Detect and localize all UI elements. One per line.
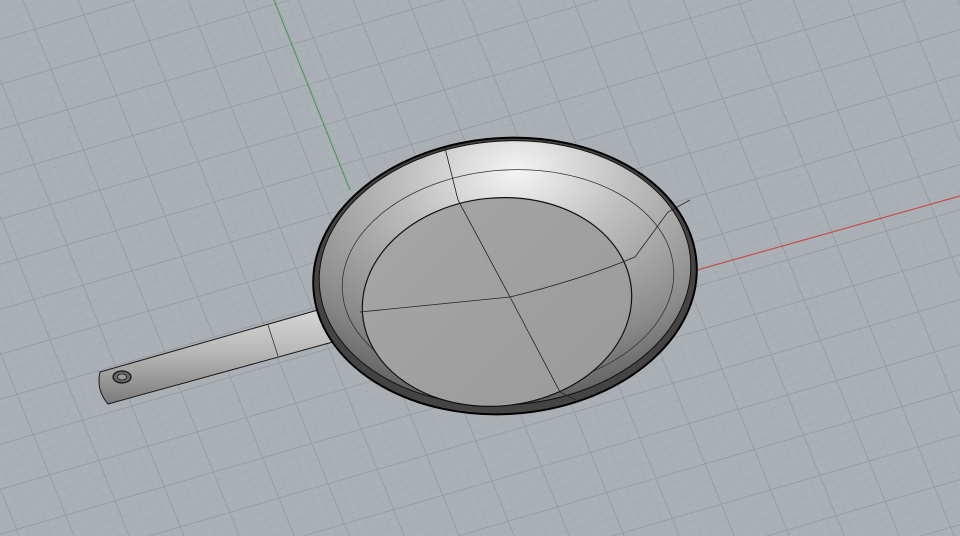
grid-line xyxy=(55,0,273,536)
grid-line xyxy=(33,0,251,536)
grid-line xyxy=(859,506,960,536)
grid-line xyxy=(611,434,960,536)
grid-line xyxy=(0,188,141,536)
x-axis-line xyxy=(689,195,960,273)
grid-line xyxy=(0,0,537,157)
grid-line xyxy=(825,0,960,333)
grid-line xyxy=(0,0,290,85)
grid-line xyxy=(0,0,218,536)
grid-line xyxy=(0,51,196,536)
grid-line xyxy=(935,0,960,60)
grid-line xyxy=(11,0,229,536)
grid-line xyxy=(66,0,284,536)
grid-line xyxy=(682,0,900,536)
grid-line xyxy=(44,0,262,536)
grid-line xyxy=(913,0,960,114)
grid-line xyxy=(715,0,933,536)
grid-line xyxy=(0,0,43,13)
grid-line xyxy=(735,470,960,536)
grid-line xyxy=(792,0,960,415)
grid-line xyxy=(737,0,955,536)
grid-line xyxy=(0,0,383,112)
grid-line xyxy=(0,0,167,49)
grid-line xyxy=(488,398,960,536)
grid-line xyxy=(704,0,922,536)
grid-line xyxy=(858,0,960,251)
grid-line xyxy=(550,416,960,536)
grid-line xyxy=(836,0,960,305)
grid-line xyxy=(0,297,97,536)
grid-line xyxy=(0,0,321,94)
grid-line xyxy=(0,0,74,22)
grid-line xyxy=(891,0,960,169)
grid-line xyxy=(803,0,960,387)
grid-line xyxy=(766,479,960,536)
grid-line xyxy=(0,433,42,536)
grid-line xyxy=(0,160,152,536)
frying-pan-model[interactable] xyxy=(98,125,706,427)
grid-line xyxy=(0,0,475,139)
grid-line xyxy=(946,0,960,33)
grid-line xyxy=(0,406,53,536)
grid-line xyxy=(0,324,86,536)
grid-line xyxy=(22,0,240,536)
grid-line xyxy=(0,133,163,536)
3d-viewport[interactable] xyxy=(0,0,960,536)
grid-line xyxy=(0,0,198,58)
grid-line xyxy=(0,0,228,67)
grid-line xyxy=(920,524,960,536)
y-axis-line xyxy=(273,0,351,191)
grid-line xyxy=(581,425,960,536)
grid-line xyxy=(847,0,960,278)
grid-line xyxy=(704,461,960,536)
grid-line xyxy=(88,0,306,536)
